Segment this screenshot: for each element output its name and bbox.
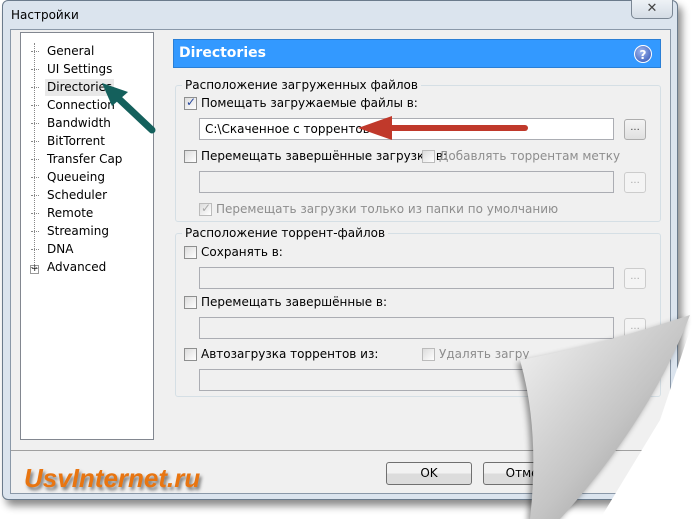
red-arrow-icon (358, 116, 528, 140)
green-arrow-icon (102, 83, 156, 134)
annotation-overlay (102, 83, 697, 519)
